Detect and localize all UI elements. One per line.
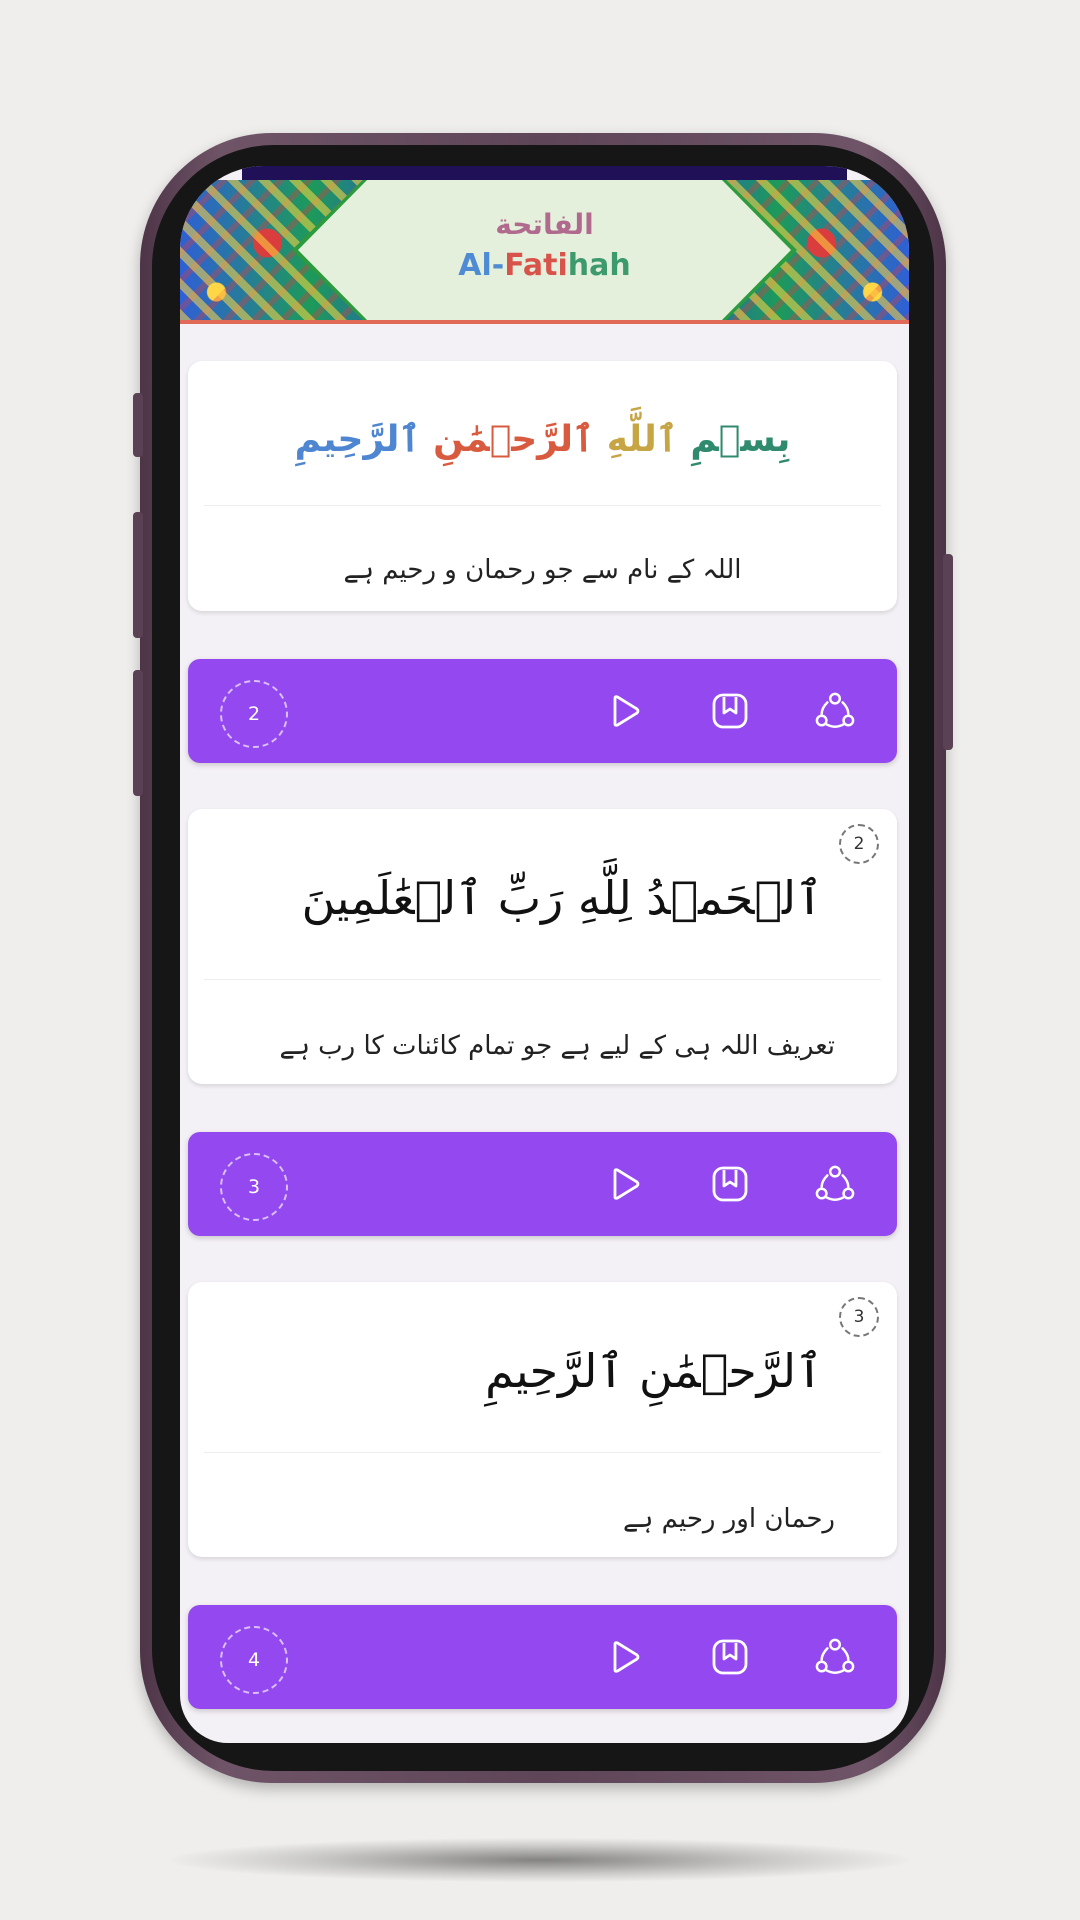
surah-arabic-name: الفاتحة <box>495 208 594 241</box>
surah-english-part: Fati <box>504 248 568 283</box>
surah-header-banner: الفاتحة Al-Fatihah <box>180 180 909 324</box>
app-screen: الفاتحة Al-Fatihah بِسۡمِ ٱللَّهِ ٱلرَّح… <box>180 166 909 1743</box>
ayah-number-badge: 3 <box>220 1153 288 1221</box>
ayah-arabic-text: ٱلۡحَمۡدُ لِلَّهِ رَبِّ ٱلۡعَٰلَمِينَ <box>301 871 823 925</box>
play-icon[interactable] <box>605 691 645 731</box>
surah-english-part: Al- <box>458 248 505 283</box>
card-divider <box>204 979 881 980</box>
share-icon[interactable] <box>815 1637 855 1677</box>
status-bar <box>242 166 847 180</box>
ayah-action-bar: 4 <box>188 1605 897 1709</box>
ayah-card: 3 ٱلرَّحۡمَٰنِ ٱلرَّحِيمِ رحمان اور رحیم… <box>188 1282 897 1557</box>
bookmark-icon[interactable] <box>710 1637 750 1677</box>
power-button <box>943 554 953 750</box>
bismillah-word: ٱلرَّحۡمَٰنِ <box>433 419 595 460</box>
share-icon[interactable] <box>815 691 855 731</box>
bismillah-word: ٱللَّهِ <box>606 419 678 460</box>
card-divider <box>204 1452 881 1453</box>
ayah-number-medallion: 3 <box>839 1297 879 1337</box>
ayah-number-badge: 4 <box>220 1626 288 1694</box>
bismillah-word: بِسۡمِ <box>690 419 791 460</box>
surah-english-part: hah <box>567 248 631 283</box>
share-icon[interactable] <box>815 1164 855 1204</box>
ayah-number-medallion: 2 <box>839 824 879 864</box>
volume-down-button <box>133 670 143 796</box>
device-floor-shadow <box>170 1838 910 1882</box>
volume-up-button <box>133 512 143 638</box>
bookmark-icon[interactable] <box>710 691 750 731</box>
bismillah-card: بِسۡمِ ٱللَّهِ ٱلرَّحۡمَٰنِ ٱلرَّحِيمِ ا… <box>188 361 897 611</box>
ayah-card: 2 ٱلۡحَمۡدُ لِلَّهِ رَبِّ ٱلۡعَٰلَمِينَ … <box>188 809 897 1084</box>
ayah-action-bar: 3 <box>188 1132 897 1236</box>
ayah-number-badge: 2 <box>220 680 288 748</box>
bismillah-word: ٱلرَّحِيمِ <box>294 419 421 460</box>
play-icon[interactable] <box>605 1637 645 1677</box>
ayah-arabic-text: ٱلرَّحۡمَٰنِ ٱلرَّحِيمِ <box>485 1344 823 1398</box>
bismillah-text: بِسۡمِ ٱللَّهِ ٱلرَّحۡمَٰنِ ٱلرَّحِيمِ <box>188 419 897 460</box>
bismillah-translation: اللہ کے نام سے جو رحمان و رحیم ہے <box>343 555 742 585</box>
card-divider <box>204 505 881 506</box>
ayah-translation: تعریف اللہ ہی کے لیے ہے جو تمام کائنات ک… <box>279 1031 835 1061</box>
play-icon[interactable] <box>605 1164 645 1204</box>
surah-english-name: Al-Fatihah <box>180 248 909 283</box>
ayah-translation: رحمان اور رحیم ہے <box>622 1504 835 1534</box>
bookmark-icon[interactable] <box>710 1164 750 1204</box>
mute-switch <box>133 393 143 457</box>
ayah-action-bar: 2 <box>188 659 897 763</box>
